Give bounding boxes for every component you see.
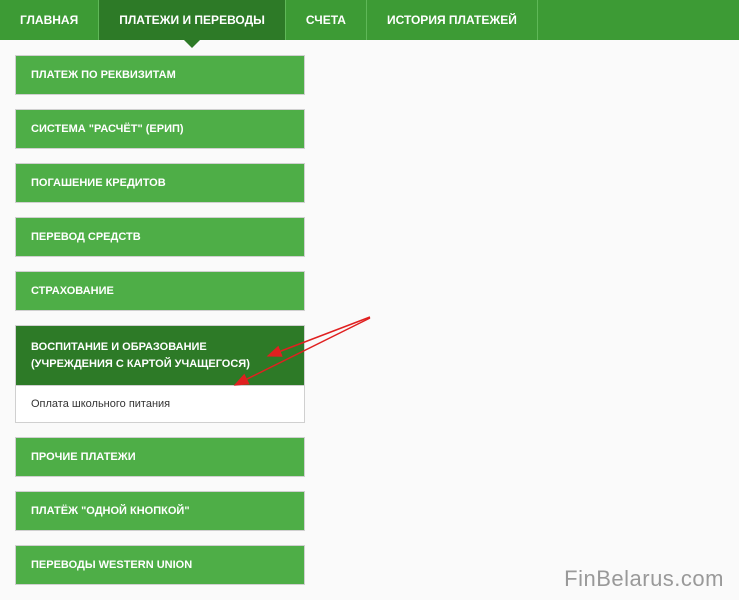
menu-erip[interactable]: СИСТЕМА "РАСЧЁТ" (ЕРИП) xyxy=(15,109,305,149)
menu-credit-repayment[interactable]: ПОГАШЕНИЕ КРЕДИТОВ xyxy=(15,163,305,203)
top-navigation: ГЛАВНАЯ ПЛАТЕЖИ И ПЕРЕВОДЫ СЧЕТА ИСТОРИЯ… xyxy=(0,0,739,40)
menu-one-button[interactable]: ПЛАТЁЖ "ОДНОЙ КНОПКОЙ" xyxy=(15,491,305,531)
watermark: FinBelarus.com xyxy=(564,566,724,592)
nav-history[interactable]: ИСТОРИЯ ПЛАТЕЖЕЙ xyxy=(367,0,538,40)
menu-western-union[interactable]: ПЕРЕВОДЫ WESTERN UNION xyxy=(15,545,305,585)
nav-main[interactable]: ГЛАВНАЯ xyxy=(0,0,99,40)
nav-accounts[interactable]: СЧЕТА xyxy=(286,0,367,40)
menu-other-payments[interactable]: ПРОЧИЕ ПЛАТЕЖИ xyxy=(15,437,305,477)
submenu-education: Оплата школьного питания xyxy=(15,386,305,423)
nav-payments[interactable]: ПЛАТЕЖИ И ПЕРЕВОДЫ xyxy=(99,0,286,40)
menu-education[interactable]: ВОСПИТАНИЕ И ОБРАЗОВАНИЕ (УЧРЕЖДЕНИЯ С К… xyxy=(15,325,305,386)
menu-transfer[interactable]: ПЕРЕВОД СРЕДСТВ xyxy=(15,217,305,257)
menu-payment-requisites[interactable]: ПЛАТЕЖ ПО РЕКВИЗИТАМ xyxy=(15,55,305,95)
submenu-school-meals[interactable]: Оплата школьного питания xyxy=(16,386,304,422)
menu-insurance[interactable]: СТРАХОВАНИЕ xyxy=(15,271,305,311)
content-area: ПЛАТЕЖ ПО РЕКВИЗИТАМ СИСТЕМА "РАСЧЁТ" (Е… xyxy=(0,40,739,585)
